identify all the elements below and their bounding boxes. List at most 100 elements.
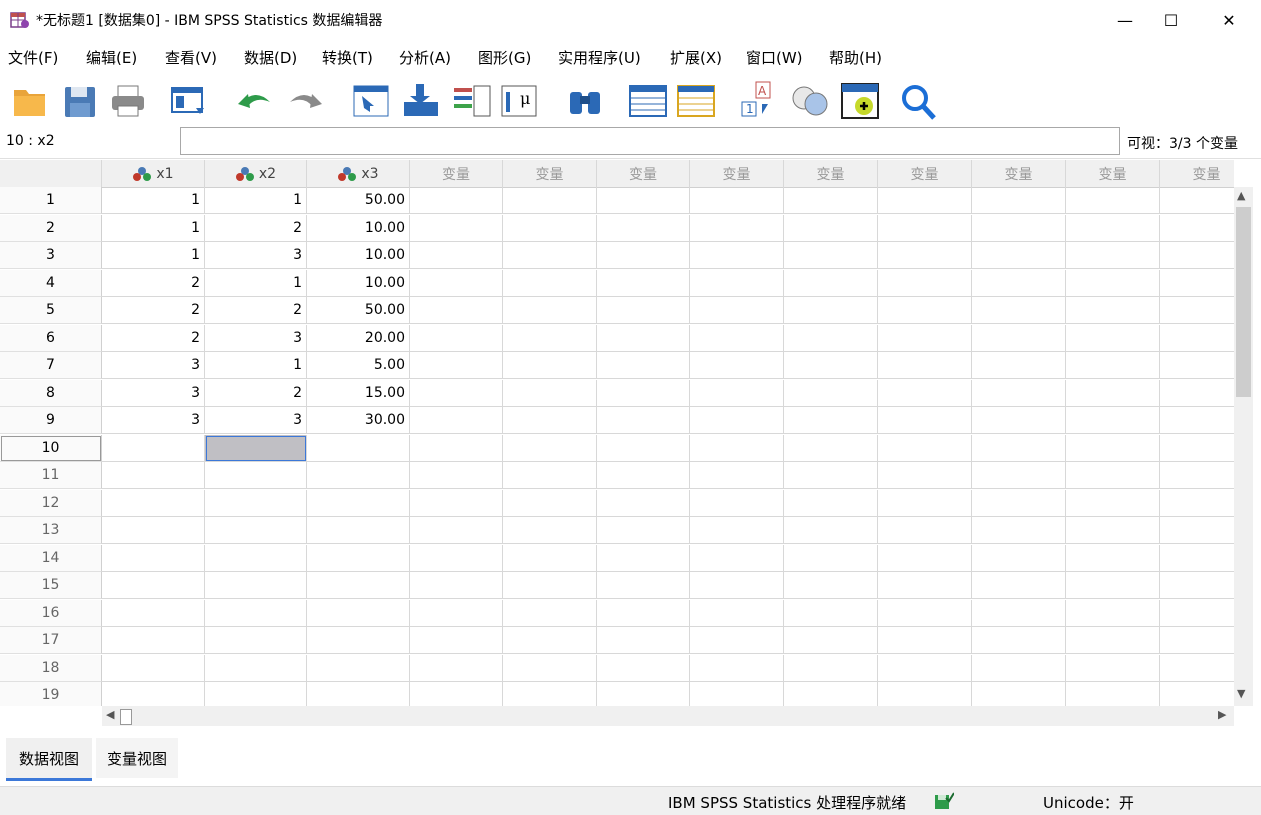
empty-cell[interactable] (878, 352, 972, 379)
empty-cell[interactable] (972, 599, 1066, 627)
open-folder-icon[interactable] (10, 78, 50, 122)
empty-cell[interactable] (503, 489, 597, 517)
empty-cell[interactable] (503, 682, 597, 706)
data-cell-x1[interactable] (102, 654, 205, 682)
insert-variable-icon[interactable] (676, 78, 716, 122)
menu-transform[interactable]: 转换(T) (322, 47, 373, 68)
empty-cell[interactable] (597, 242, 690, 269)
empty-cell[interactable] (1066, 627, 1160, 654)
empty-cell[interactable] (784, 462, 878, 489)
empty-cell[interactable] (1066, 214, 1160, 242)
empty-cell[interactable] (503, 269, 597, 297)
empty-cell[interactable] (410, 269, 503, 297)
column-header-empty[interactable]: 变量 (972, 160, 1066, 187)
empty-cell[interactable] (503, 407, 597, 434)
row-number[interactable]: 11 (0, 462, 102, 489)
empty-cell[interactable] (972, 654, 1066, 682)
empty-cell[interactable] (1160, 270, 1234, 297)
empty-cell[interactable] (1066, 489, 1160, 517)
horizontal-scroll-thumb[interactable] (120, 709, 132, 725)
data-cell-x2[interactable]: 2 (205, 379, 307, 407)
menu-utilities[interactable]: 实用程序(U) (558, 47, 641, 68)
empty-cell[interactable] (1066, 297, 1160, 324)
menu-file[interactable]: 文件(F) (8, 47, 58, 68)
data-cell-x2[interactable]: 2 (205, 297, 307, 324)
row-number[interactable]: 17 (0, 627, 102, 654)
empty-cell[interactable] (690, 682, 784, 706)
data-cell-x1[interactable] (102, 517, 205, 544)
empty-cell[interactable] (597, 214, 690, 242)
empty-cell[interactable] (972, 544, 1066, 572)
menu-view[interactable]: 查看(V) (165, 47, 217, 68)
empty-cell[interactable] (878, 434, 972, 462)
column-header-x2[interactable]: x2 (205, 160, 307, 187)
empty-cell[interactable] (410, 407, 503, 434)
print-icon[interactable] (108, 78, 148, 122)
empty-cell[interactable] (972, 682, 1066, 706)
data-cell-x3[interactable]: 20.00 (307, 324, 410, 352)
data-cell-x3[interactable]: 30.00 (307, 407, 410, 434)
empty-cell[interactable] (878, 682, 972, 706)
empty-cell[interactable] (503, 297, 597, 324)
empty-cell[interactable] (1160, 545, 1234, 572)
data-cell-x3[interactable]: 10.00 (307, 242, 410, 269)
empty-cell[interactable] (1066, 682, 1160, 706)
empty-cell[interactable] (878, 187, 972, 214)
data-cell-x1[interactable]: 3 (102, 407, 205, 434)
empty-cell[interactable] (1066, 269, 1160, 297)
save-icon[interactable] (60, 78, 100, 122)
data-cell-x1[interactable] (102, 434, 205, 462)
data-cell-x1[interactable]: 1 (102, 214, 205, 242)
empty-cell[interactable] (1066, 324, 1160, 352)
row-number[interactable]: 19 (0, 682, 102, 706)
empty-cell[interactable] (972, 242, 1066, 269)
data-cell-x1[interactable] (102, 489, 205, 517)
column-header-x3[interactable]: x3 (307, 160, 410, 187)
empty-cell[interactable] (784, 654, 878, 682)
row-number[interactable]: 7 (0, 352, 102, 379)
empty-cell[interactable] (597, 269, 690, 297)
data-cell-x3[interactable]: 10.00 (307, 269, 410, 297)
data-cell-x1[interactable]: 1 (102, 242, 205, 269)
empty-cell[interactable] (410, 599, 503, 627)
row-number[interactable]: 6 (0, 324, 102, 352)
column-header-empty[interactable]: 变量 (410, 160, 503, 187)
data-cell-x2[interactable]: 2 (205, 214, 307, 242)
column-header-x1[interactable]: x1 (102, 160, 205, 187)
empty-cell[interactable] (878, 214, 972, 242)
empty-cell[interactable] (410, 462, 503, 489)
data-cell-x3[interactable] (307, 572, 410, 599)
data-cell-x3[interactable] (307, 544, 410, 572)
empty-cell[interactable] (784, 572, 878, 599)
row-number[interactable]: 13 (0, 517, 102, 544)
variables-icon[interactable] (452, 78, 492, 122)
maximize-button[interactable]: ☐ (1148, 4, 1194, 36)
data-cell-x2[interactable] (205, 599, 307, 627)
search-icon[interactable] (898, 78, 938, 122)
empty-cell[interactable] (597, 297, 690, 324)
empty-cell[interactable] (878, 489, 972, 517)
empty-cell[interactable] (597, 599, 690, 627)
empty-cell[interactable] (410, 654, 503, 682)
empty-cell[interactable] (690, 517, 784, 544)
data-cell-x1[interactable]: 2 (102, 269, 205, 297)
data-cell-x1[interactable] (102, 544, 205, 572)
empty-cell[interactable] (410, 682, 503, 706)
data-cell-x1[interactable]: 2 (102, 297, 205, 324)
data-cell-x2[interactable] (205, 654, 307, 682)
empty-cell[interactable] (410, 627, 503, 654)
empty-cell[interactable] (410, 489, 503, 517)
empty-cell[interactable] (878, 544, 972, 572)
data-cell-x2[interactable] (205, 489, 307, 517)
empty-cell[interactable] (972, 517, 1066, 544)
empty-cell[interactable] (784, 324, 878, 352)
scroll-up-icon[interactable]: ▲ (1237, 189, 1245, 202)
empty-cell[interactable] (410, 434, 503, 462)
selected-cell[interactable] (205, 434, 307, 462)
empty-cell[interactable] (972, 324, 1066, 352)
recall-dialog-icon[interactable] (170, 78, 210, 122)
empty-cell[interactable] (690, 599, 784, 627)
data-cell-x3[interactable] (307, 682, 410, 706)
column-header-empty[interactable]: 变量 (597, 160, 690, 187)
column-header-empty[interactable]: 变量 (1066, 160, 1160, 187)
